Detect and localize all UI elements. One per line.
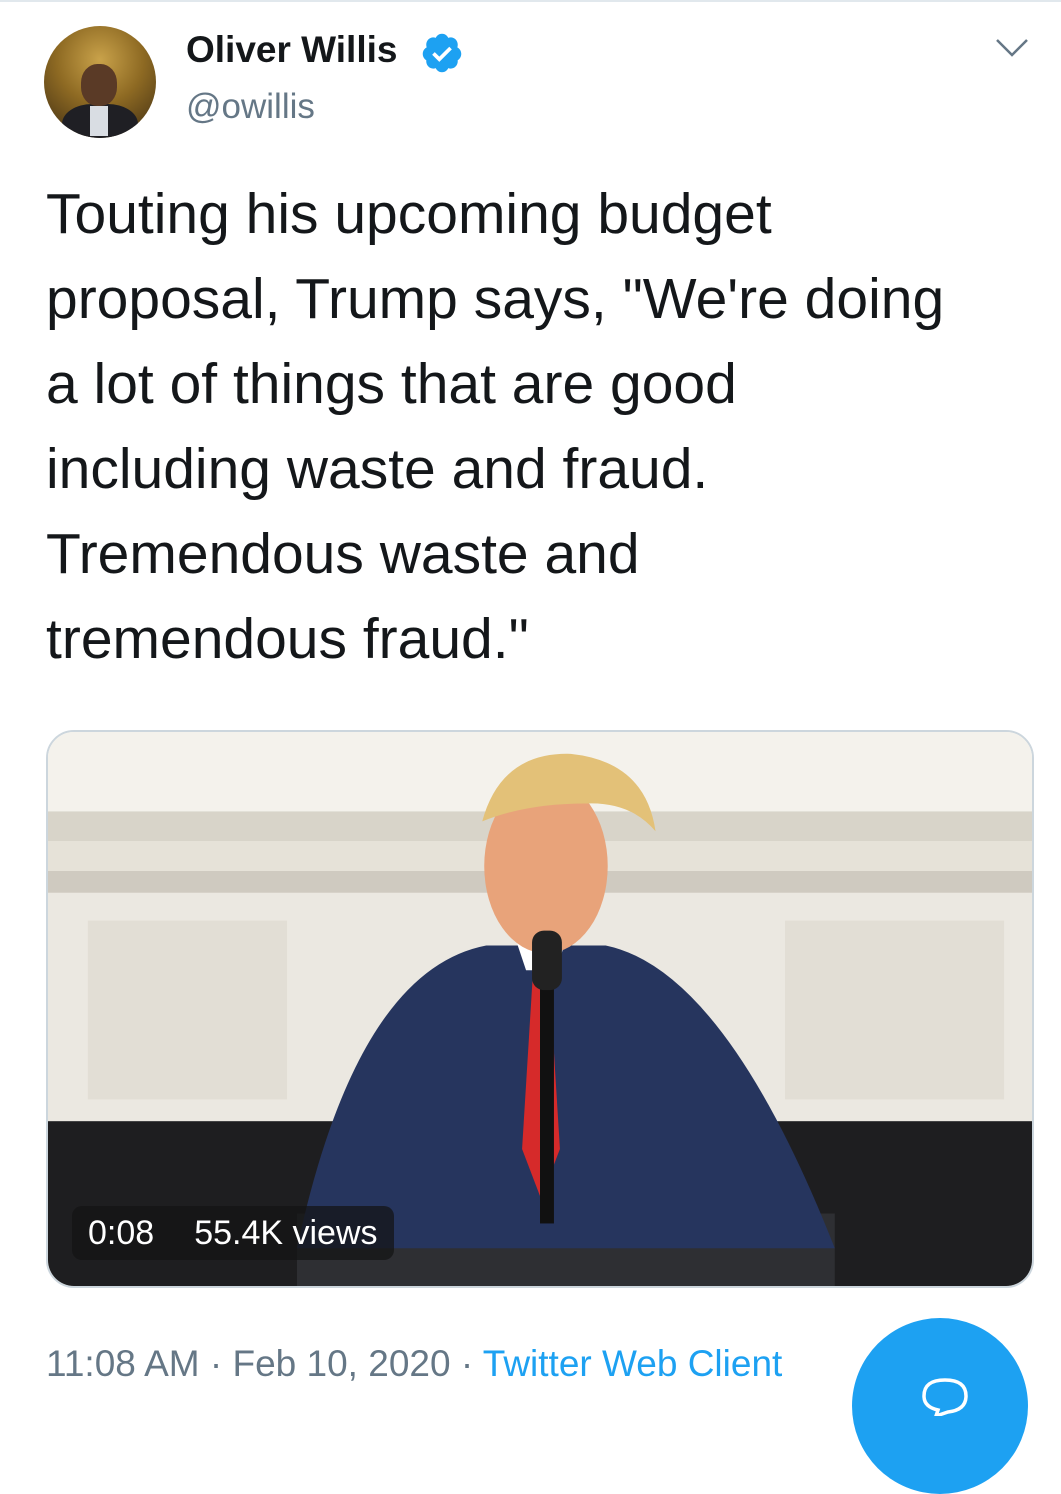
meta-separator: ·: [209, 1343, 223, 1384]
verified-badge-icon: [422, 33, 462, 73]
video-badges: 0:08 55.4K views: [72, 1206, 394, 1260]
video-player[interactable]: [46, 730, 1034, 1288]
tweet-time[interactable]: 11:08 AM: [46, 1343, 200, 1384]
avatar-head-shape: [81, 64, 117, 106]
tweet-date[interactable]: Feb 10, 2020: [232, 1343, 450, 1384]
speech-bubble-icon: [922, 1378, 968, 1416]
chevron-down-icon[interactable]: [994, 36, 1030, 60]
video-views: 55.4K views: [194, 1214, 378, 1252]
tweet-text: Touting his upcoming budget proposal, Tr…: [46, 182, 945, 671]
video-duration: 0:08: [88, 1214, 155, 1252]
video-frame: [48, 732, 1032, 1286]
tweet-source-link[interactable]: Twitter Web Client: [483, 1343, 783, 1384]
avatar-shirt-shape: [90, 106, 108, 136]
tweet-meta: 11:08 AM · Feb 10, 2020 · Twitter Web Cl…: [46, 1342, 782, 1386]
author-display-name[interactable]: Oliver Willis: [186, 28, 397, 72]
avatar[interactable]: [44, 26, 156, 138]
author-handle[interactable]: @owillis: [186, 86, 315, 128]
meta-separator: ·: [460, 1343, 474, 1384]
top-divider: [0, 0, 1061, 2]
